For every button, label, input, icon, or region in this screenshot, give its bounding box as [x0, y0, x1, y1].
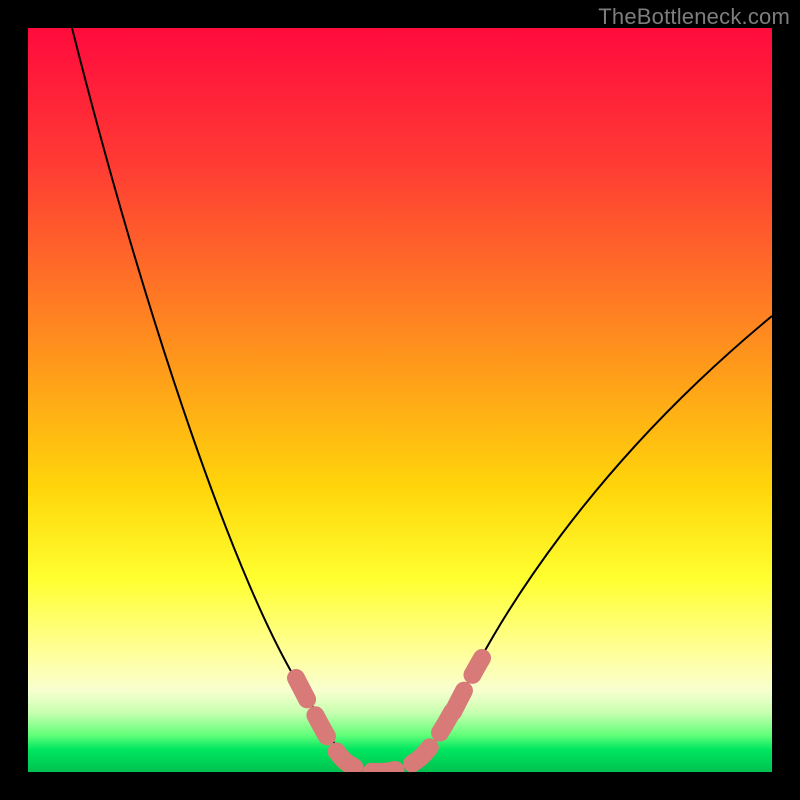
watermark-text: TheBottleneck.com: [598, 4, 790, 30]
chart-frame: TheBottleneck.com: [0, 0, 800, 800]
bottleneck-curve: [72, 28, 772, 772]
plot-area: [28, 28, 772, 772]
highlight-band: [296, 658, 482, 772]
curve-layer: [28, 28, 772, 772]
